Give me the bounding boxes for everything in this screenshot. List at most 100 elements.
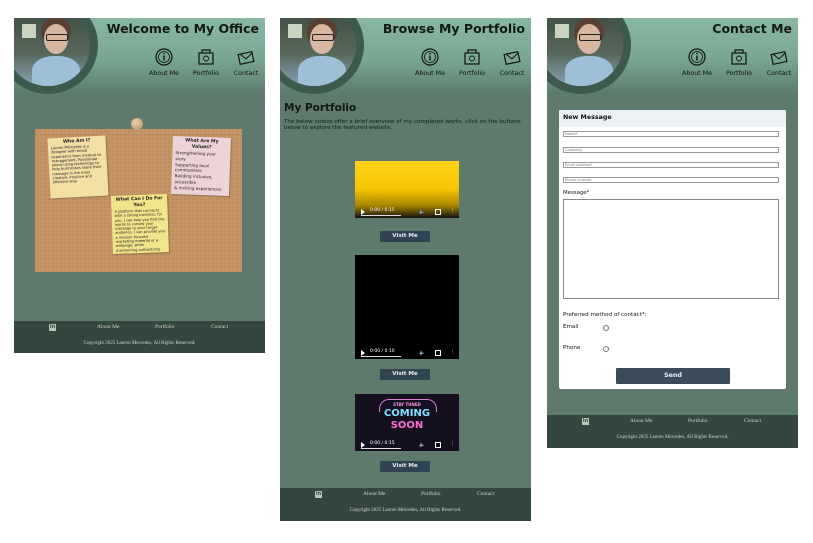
stay-tuned-text: STAY TUNED xyxy=(393,402,421,407)
more-icon[interactable]: ⋮ xyxy=(450,208,455,214)
nav-contact[interactable]: Contact xyxy=(762,47,796,77)
email-field[interactable]: Email Address* xyxy=(563,162,779,168)
copyright: Copyright 2025 Lauren Mercedes, All Righ… xyxy=(616,435,729,440)
portfolio-folder-icon xyxy=(731,49,747,65)
avatar xyxy=(547,18,623,86)
note-values-line: & inviting experiences. xyxy=(174,184,223,192)
note-do-text: A platform that connects with a strong b… xyxy=(114,208,166,253)
name-field[interactable]: Name* xyxy=(563,131,779,137)
nav-contact[interactable]: Contact xyxy=(495,47,529,77)
option-email-label: Email xyxy=(563,324,579,330)
footer-link-contact[interactable]: Contact xyxy=(211,324,228,330)
linkedin-icon[interactable]: in xyxy=(315,491,322,498)
site-header: Welcome to My Office About Me Portfolio … xyxy=(14,18,265,94)
nav-about-label: About Me xyxy=(415,70,445,77)
nav-portfolio-label: Portfolio xyxy=(459,70,485,77)
nav-contact-label: Contact xyxy=(499,70,525,77)
portfolio-page: Browse My Portfolio About Me Portfolio C… xyxy=(280,18,531,521)
portfolio-folder-icon xyxy=(198,49,214,65)
nav-contact-label: Contact xyxy=(766,70,792,77)
note-values: What Are My Values? Strengthening your s… xyxy=(171,136,231,196)
contact-form: New Message Name* Company Email Address*… xyxy=(559,110,786,389)
nav-about[interactable]: About Me xyxy=(680,47,714,77)
linkedin-icon[interactable]: in xyxy=(49,324,56,331)
more-icon[interactable]: ⋮ xyxy=(450,349,455,355)
video-player[interactable]: 0:00 / 0:10 🔈 ⋮ xyxy=(355,255,459,359)
footer-link-contact[interactable]: Contact xyxy=(477,491,494,497)
page-title: Contact Me xyxy=(712,21,792,36)
nav-contact[interactable]: Contact xyxy=(229,47,263,77)
linkedin-icon[interactable]: in xyxy=(582,418,589,425)
portfolio-intro: The below videos offer a brief overview … xyxy=(284,119,521,132)
nav-about-label: About Me xyxy=(149,70,179,77)
option-phone-label: Phone xyxy=(563,345,581,351)
volume-icon[interactable]: 🔈 xyxy=(419,442,425,448)
volume-icon[interactable]: 🔈 xyxy=(419,350,425,356)
video-time: 0:00 / 0:15 xyxy=(370,441,395,446)
copyright: Copyright 2025 Lauren Mercedes, All Righ… xyxy=(83,341,196,346)
fullscreen-icon[interactable] xyxy=(435,350,441,356)
footer-link-portfolio[interactable]: Portfolio xyxy=(688,418,708,424)
phone-field[interactable]: Phone number xyxy=(563,177,779,183)
visit-me-button[interactable]: Visit Me xyxy=(380,231,430,242)
nav-contact-label: Contact xyxy=(233,70,259,77)
video-player[interactable]: STAY TUNED COMING SOON 0:00 / 0:15 🔈 ⋮ xyxy=(355,394,459,451)
mail-icon xyxy=(503,50,521,66)
page-title: Welcome to My Office xyxy=(106,21,259,36)
preferred-contact-label: Preferred method of contact*: xyxy=(563,312,647,318)
nav-portfolio[interactable]: Portfolio xyxy=(722,47,756,77)
info-icon xyxy=(421,48,439,66)
footer-link-portfolio[interactable]: Portfolio xyxy=(155,324,175,330)
nav-portfolio[interactable]: Portfolio xyxy=(189,47,223,77)
nav-about[interactable]: About Me xyxy=(413,47,447,77)
contact-page: Contact Me About Me Portfolio Contact Ne… xyxy=(547,18,798,448)
note-who-text: Lauren Mercedes is a designer with broad… xyxy=(50,144,102,185)
form-title: New Message xyxy=(563,114,612,121)
coming-text: COMING xyxy=(383,408,431,419)
radio-phone[interactable] xyxy=(603,346,609,352)
nav-portfolio[interactable]: Portfolio xyxy=(455,47,489,77)
note-what-can-i-do: What Can I Do For You? A platform that c… xyxy=(111,194,169,254)
send-button[interactable]: Send xyxy=(616,368,730,384)
message-textarea[interactable] xyxy=(563,199,779,299)
footer-link-contact[interactable]: Contact xyxy=(744,418,761,424)
message-label: Message* xyxy=(563,190,590,196)
form-header: New Message xyxy=(559,110,786,127)
footer-link-portfolio[interactable]: Portfolio xyxy=(421,491,441,497)
more-icon[interactable]: ⋮ xyxy=(450,441,455,447)
portfolio-folder-icon xyxy=(464,49,480,65)
site-footer: in About Me Portfolio Contact Copyright … xyxy=(14,321,265,353)
fullscreen-icon[interactable] xyxy=(435,209,441,215)
pushpin xyxy=(131,118,143,130)
video-progress[interactable] xyxy=(361,356,401,357)
office-page: Welcome to My Office About Me Portfolio … xyxy=(14,18,265,353)
mail-icon xyxy=(237,50,255,66)
visit-me-button[interactable]: Visit Me xyxy=(380,461,430,472)
video-progress[interactable] xyxy=(361,215,401,216)
nav-portfolio-label: Portfolio xyxy=(193,70,219,77)
company-field[interactable]: Company xyxy=(563,147,779,153)
soon-text: SOON xyxy=(390,420,424,431)
mail-icon xyxy=(770,50,788,66)
info-icon xyxy=(155,48,173,66)
video-progress[interactable] xyxy=(361,448,401,449)
video-player[interactable]: 0:00 / 0:15 🔈 ⋮ xyxy=(355,161,459,218)
footer-link-about[interactable]: About Me xyxy=(97,324,119,330)
site-header: Browse My Portfolio About Me Portfolio C… xyxy=(280,18,531,94)
fullscreen-icon[interactable] xyxy=(435,442,441,448)
nav-portfolio-label: Portfolio xyxy=(726,70,752,77)
visit-me-button[interactable]: Visit Me xyxy=(380,369,430,380)
footer-link-about[interactable]: About Me xyxy=(363,491,385,497)
footer-link-about[interactable]: About Me xyxy=(630,418,652,424)
avatar xyxy=(14,18,90,86)
nav-about[interactable]: About Me xyxy=(147,47,181,77)
video-time: 0:00 / 0:15 xyxy=(370,208,395,213)
site-footer: in About Me Portfolio Contact Copyright … xyxy=(547,415,798,448)
nav-about-label: About Me xyxy=(682,70,712,77)
volume-icon[interactable]: 🔈 xyxy=(419,209,425,215)
page-title: Browse My Portfolio xyxy=(382,21,525,36)
radio-email[interactable] xyxy=(603,325,609,331)
note-who-am-i: Who Am I? Lauren Mercedes is a designer … xyxy=(47,135,109,199)
portfolio-heading: My Portfolio xyxy=(284,102,357,114)
copyright: Copyright 2025 Lauren Mercedes, All Righ… xyxy=(349,508,462,513)
